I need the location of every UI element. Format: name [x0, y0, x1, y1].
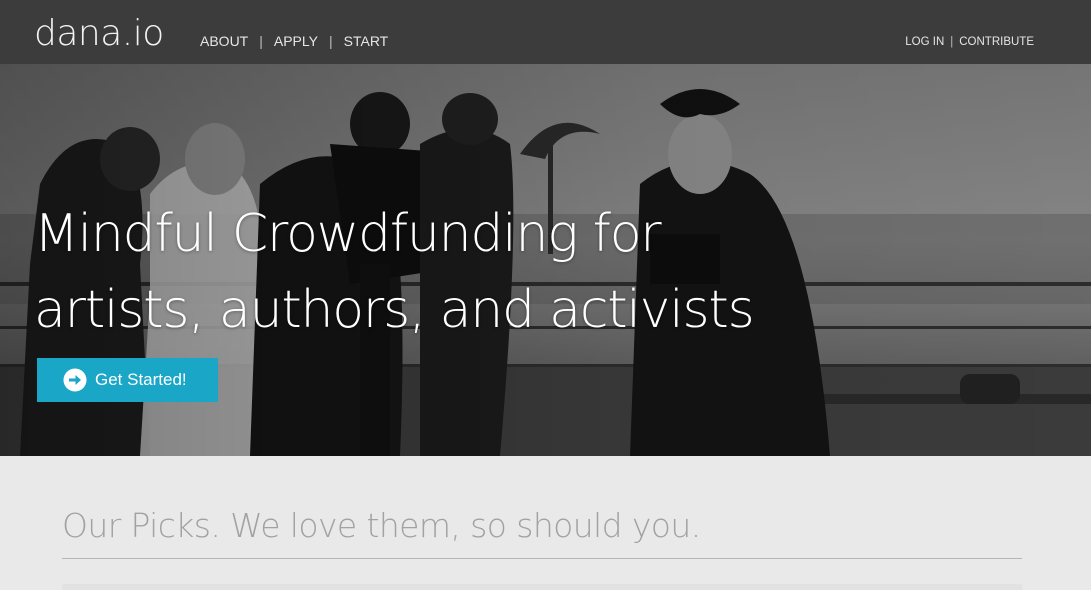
get-started-button[interactable]: Get Started! — [37, 358, 218, 402]
section-divider — [62, 558, 1022, 559]
primary-nav: ABOUT | APPLY | START — [200, 33, 388, 49]
site-logo[interactable]: dana.io — [34, 12, 164, 56]
nav-link-apply[interactable]: APPLY — [274, 33, 318, 49]
arrow-right-circle-icon — [63, 368, 87, 392]
nav-separator: | — [328, 33, 333, 49]
account-nav: LOG IN | CONTRIBUTE — [905, 36, 1034, 48]
nav-separator: | — [259, 33, 263, 49]
hero-headline: Mindful Crowdfunding for artists, author… — [34, 196, 755, 348]
nav-link-about[interactable]: ABOUT — [200, 33, 248, 49]
get-started-label: Get Started! — [95, 370, 187, 389]
nav-link-log-in[interactable]: LOG IN — [905, 36, 944, 48]
our-picks-section: Our Picks. We love them, so should you. — [0, 456, 1091, 590]
top-nav-bar: dana.io ABOUT | APPLY | START LOG IN | C… — [0, 0, 1091, 64]
hero-headline-line-2: artists, authors, and activists — [34, 280, 755, 340]
hero-headline-line-1: Mindful Crowdfunding for — [34, 204, 662, 264]
picks-card-row — [62, 584, 1022, 590]
hero-section: Mindful Crowdfunding for artists, author… — [0, 64, 1091, 456]
our-picks-heading: Our Picks. We love them, so should you. — [62, 506, 701, 545]
nav-separator: | — [950, 36, 954, 48]
nav-link-start[interactable]: START — [344, 33, 389, 49]
nav-link-contribute[interactable]: CONTRIBUTE — [959, 36, 1034, 48]
